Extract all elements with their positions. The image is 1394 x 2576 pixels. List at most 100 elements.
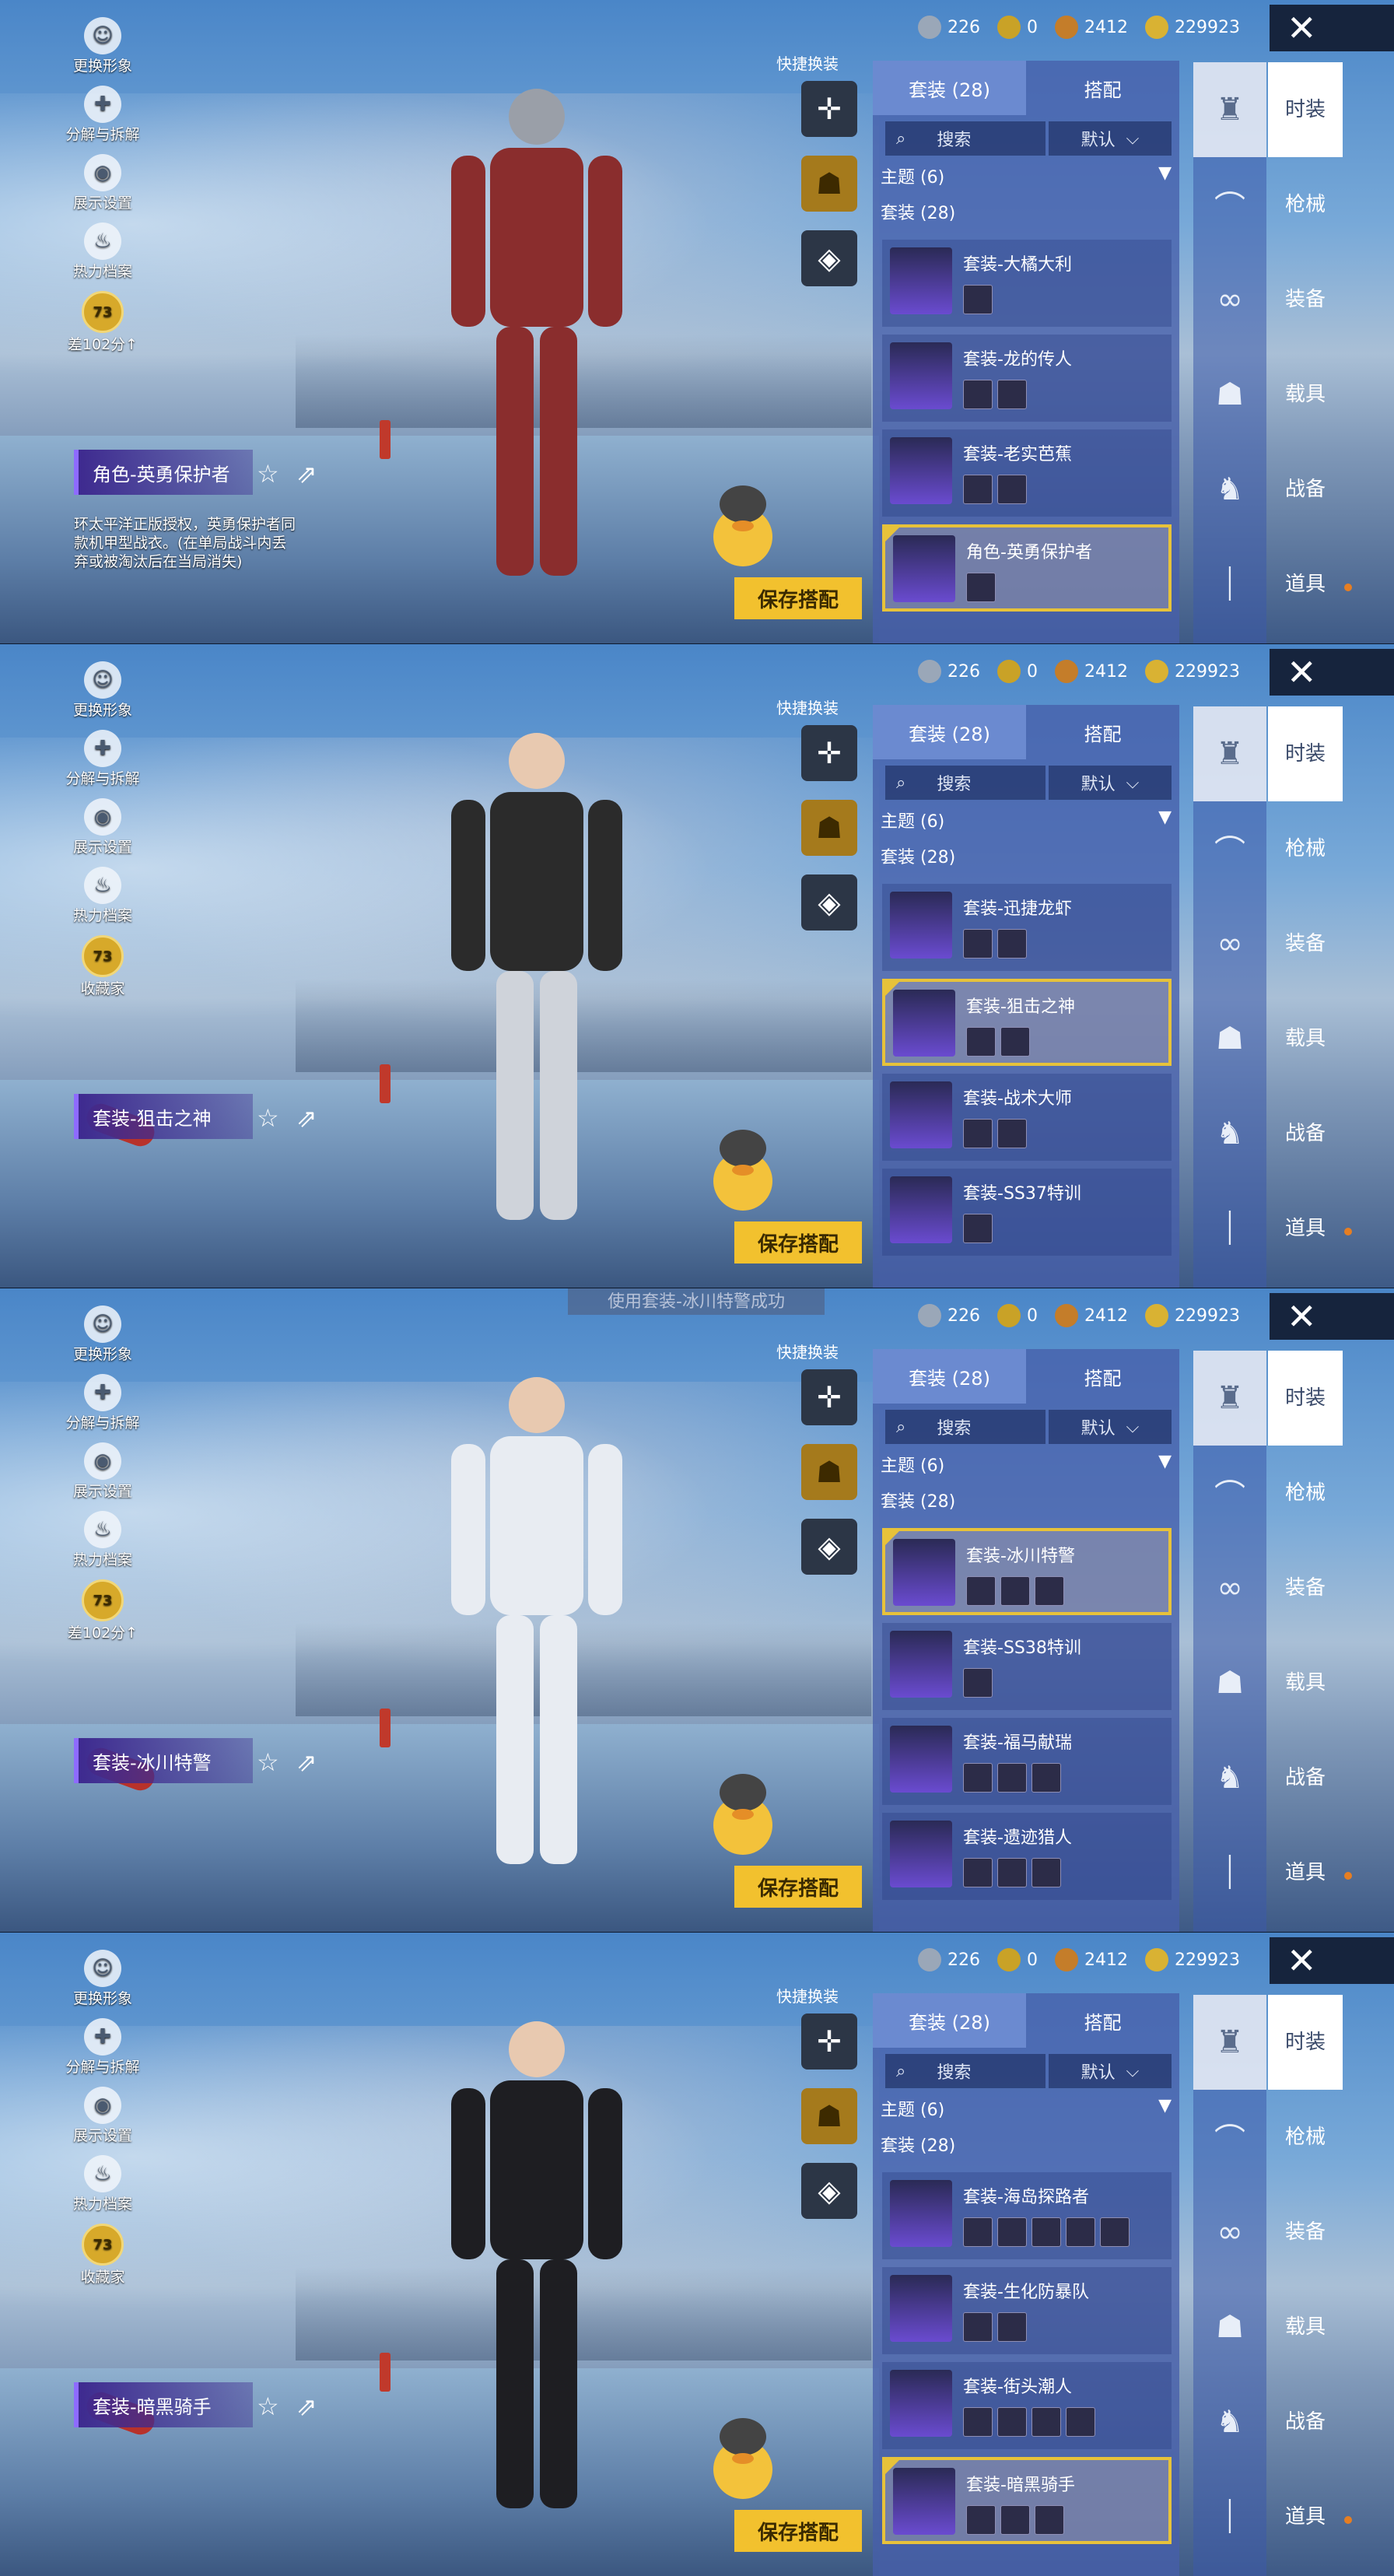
sort-dropdown[interactable]: 默认 ⌵	[1049, 1410, 1172, 1444]
left-menu-item-2[interactable]: ✚ 分解与拆解	[64, 1374, 142, 1442]
left-menu-item-3[interactable]: ◉ 展示设置	[64, 798, 142, 867]
outfit-part-thumbnail[interactable]	[997, 929, 1027, 959]
character-model[interactable]	[405, 1358, 669, 1903]
outfit-part-thumbnail[interactable]	[966, 1576, 996, 1606]
quick-switch-label[interactable]: 快捷换装	[776, 696, 839, 718]
category-tab-2[interactable]: 枪械	[1268, 1446, 1343, 1540]
currency-4[interactable]: 229923	[1145, 16, 1240, 39]
currency-1[interactable]: 226	[918, 1304, 980, 1327]
outfit-part-thumbnail[interactable]	[997, 2217, 1027, 2247]
character-model[interactable]	[405, 714, 669, 1259]
goggles-icon[interactable]: ∞	[1193, 896, 1266, 991]
category-tab-6[interactable]: 道具	[1268, 537, 1352, 632]
currency-1[interactable]: 226	[918, 1948, 980, 1971]
duck-mascot[interactable]	[708, 1763, 778, 1856]
search-input[interactable]: ⌕ 搜索	[885, 2054, 1046, 2088]
left-menu-item-2[interactable]: ✚ 分解与拆解	[64, 86, 142, 154]
outfit-part-thumbnail[interactable]	[1035, 1576, 1064, 1606]
left-menu-item-1[interactable]: ☺ 更换形象	[64, 17, 142, 86]
currency-4[interactable]: 229923	[1145, 1304, 1240, 1327]
goggles-icon[interactable]: ∞	[1193, 252, 1266, 347]
outfit-list-item[interactable]: 套装-生化防暴队	[882, 2267, 1172, 2354]
cap-icon[interactable]: ⌒	[1193, 801, 1266, 896]
currency-1[interactable]: 226	[918, 660, 980, 683]
tab-suit[interactable]: 套装 (28)	[873, 61, 1026, 115]
locked-item-icon[interactable]: ☗	[801, 1444, 857, 1500]
outfit-part-thumbnail[interactable]	[997, 475, 1027, 504]
outfit-icon[interactable]: ♜	[1193, 1995, 1266, 2090]
outfit-part-thumbnail[interactable]	[1035, 2505, 1064, 2535]
currency-4[interactable]: 229923	[1145, 660, 1240, 683]
currency-3[interactable]: 2412	[1055, 1304, 1128, 1327]
left-menu-item-4[interactable]: ♨ 热力档案	[64, 867, 142, 935]
left-menu-item-2[interactable]: ✚ 分解与拆解	[64, 730, 142, 798]
armor-icon[interactable]: ♞	[1193, 442, 1266, 537]
mask-icon[interactable]: ☗	[1193, 2280, 1266, 2374]
character-model[interactable]	[405, 70, 669, 615]
close-icon[interactable]: ✕	[1270, 1293, 1394, 1340]
left-menu-item-4[interactable]: ♨ 热力档案	[64, 1511, 142, 1579]
category-tab-2[interactable]: 枪械	[1268, 157, 1343, 252]
share-icon[interactable]: ⇗	[296, 1747, 317, 1777]
favorite-star-icon[interactable]: ☆	[257, 459, 279, 489]
cap-icon[interactable]: ⌒	[1193, 157, 1266, 252]
tab-suit[interactable]: 套装 (28)	[873, 705, 1026, 759]
pants-icon[interactable]: ⏐	[1193, 537, 1266, 632]
outfit-part-thumbnail[interactable]	[963, 475, 993, 504]
outfit-part-thumbnail[interactable]	[963, 2407, 993, 2437]
category-tab-1[interactable]: 时装	[1268, 1351, 1343, 1446]
outfit-list-item[interactable]: 套装-SS37特训	[882, 1169, 1172, 1256]
category-tab-5[interactable]: 战备	[1268, 2374, 1343, 2469]
outfit-part-thumbnail[interactable]	[997, 1763, 1027, 1793]
category-tab-6[interactable]: 道具	[1268, 2469, 1352, 2564]
weapon-icon[interactable]: ✛	[801, 81, 857, 137]
tab-match[interactable]: 搭配	[1026, 61, 1179, 115]
left-menu-item-1[interactable]: ☺ 更换形象	[64, 661, 142, 730]
currency-2[interactable]: 0	[997, 660, 1038, 683]
theme-filter[interactable]: 主题 (6) ▼	[881, 808, 1172, 832]
tab-match[interactable]: 搭配	[1026, 705, 1179, 759]
category-tab-4[interactable]: 载具	[1268, 1635, 1343, 1730]
close-icon[interactable]: ✕	[1270, 649, 1394, 696]
currency-1[interactable]: 226	[918, 16, 980, 39]
theme-filter[interactable]: 主题 (6) ▼	[881, 163, 1172, 188]
category-tab-2[interactable]: 枪械	[1268, 2090, 1343, 2185]
outfit-part-thumbnail[interactable]	[963, 1763, 993, 1793]
quick-switch-label[interactable]: 快捷换装	[776, 51, 839, 74]
left-menu-item-5[interactable]: 73 收藏家	[64, 2224, 142, 2292]
save-outfit-button[interactable]: 保存搭配	[734, 1221, 862, 1263]
tab-match[interactable]: 搭配	[1026, 1993, 1179, 2048]
outfit-part-thumbnail[interactable]	[963, 2312, 993, 2342]
locked-item-icon[interactable]: ☗	[801, 800, 857, 856]
outfit-list-item[interactable]: 套装-遗迹猎人	[882, 1813, 1172, 1900]
outfit-part-thumbnail[interactable]	[1066, 2407, 1095, 2437]
outfit-part-thumbnail[interactable]	[997, 1858, 1027, 1887]
category-tab-6[interactable]: 道具	[1268, 1181, 1352, 1276]
search-input[interactable]: ⌕ 搜索	[885, 1410, 1046, 1444]
outfit-list-item[interactable]: 套装-战术大师	[882, 1074, 1172, 1161]
duck-mascot[interactable]	[708, 475, 778, 568]
category-tab-3[interactable]: 装备	[1268, 1540, 1343, 1635]
character-model[interactable]	[405, 2003, 669, 2547]
outfit-list-item[interactable]: 套装-海岛探路者	[882, 2172, 1172, 2259]
weapon-icon[interactable]: ✛	[801, 2013, 857, 2070]
locked-item-icon[interactable]: ☗	[801, 156, 857, 212]
outfit-list-item[interactable]: 套装-冰川特警	[882, 1528, 1172, 1615]
category-tab-1[interactable]: 时装	[1268, 62, 1343, 157]
outfit-icon[interactable]: ♜	[1193, 706, 1266, 801]
outfit-part-thumbnail[interactable]	[963, 929, 993, 959]
outfit-part-thumbnail[interactable]	[1031, 1858, 1061, 1887]
outfit-part-thumbnail[interactable]	[963, 1119, 993, 1148]
diamond-icon[interactable]: ◈	[801, 230, 857, 286]
left-menu-item-3[interactable]: ◉ 展示设置	[64, 154, 142, 223]
outfit-part-thumbnail[interactable]	[1031, 1763, 1061, 1793]
category-tab-5[interactable]: 战备	[1268, 442, 1343, 537]
left-menu-item-3[interactable]: ◉ 展示设置	[64, 2087, 142, 2155]
armor-icon[interactable]: ♞	[1193, 2374, 1266, 2469]
save-outfit-button[interactable]: 保存搭配	[734, 1866, 862, 1908]
outfit-part-thumbnail[interactable]	[963, 2217, 993, 2247]
save-outfit-button[interactable]: 保存搭配	[734, 577, 862, 619]
category-tab-5[interactable]: 战备	[1268, 1730, 1343, 1825]
tab-suit[interactable]: 套装 (28)	[873, 1993, 1026, 2048]
currency-3[interactable]: 2412	[1055, 1948, 1128, 1971]
